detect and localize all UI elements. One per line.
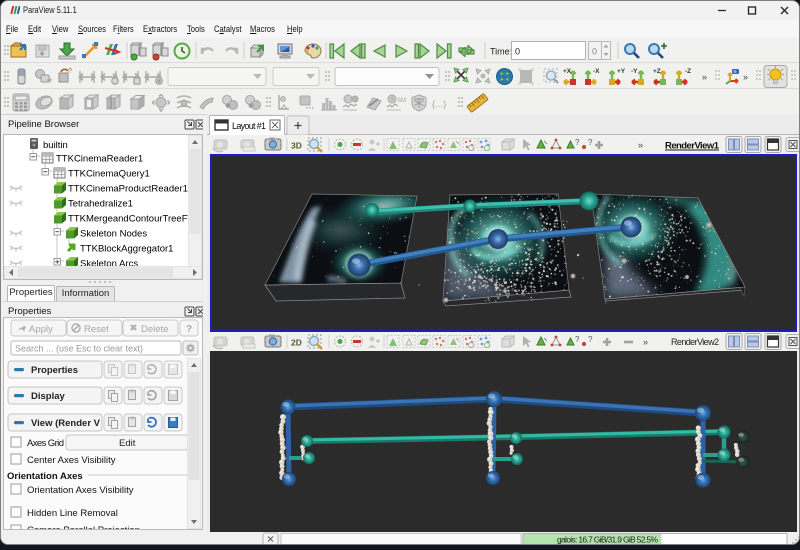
svg-text:+Z: +Z — [653, 68, 661, 75]
svg-text:TTKCinemaReader1: TTKCinemaReader1 — [56, 154, 143, 165]
svg-text:?: ? — [588, 335, 593, 344]
svg-text:Properties: Properties — [31, 365, 78, 376]
svg-text:Center Axes Visibility: Center Axes Visibility — [27, 455, 116, 466]
svg-text:Skeleton Nodes: Skeleton Nodes — [80, 229, 147, 240]
svg-text:Display: Display — [31, 391, 66, 402]
svg-text:Edit: Edit — [119, 438, 136, 449]
svg-text:SM: SM — [397, 98, 406, 104]
svg-text:Orientation Axes: Orientation Axes — [7, 471, 83, 482]
svg-text:»: » — [702, 72, 707, 82]
svg-text:»: » — [638, 140, 643, 150]
svg-text:Layout #1: Layout #1 — [232, 121, 266, 131]
svg-text:Orientation Axes Visibility: Orientation Axes Visibility — [27, 485, 134, 496]
svg-text:Hidden Line Removal: Hidden Line Removal — [27, 508, 118, 519]
svg-text:3D: 3D — [291, 141, 302, 151]
svg-text:»: » — [743, 72, 748, 82]
svg-text:2D: 2D — [291, 338, 302, 348]
svg-text:-Y: -Y — [631, 68, 638, 75]
svg-text:-X: -X — [593, 68, 600, 75]
svg-text:»: » — [643, 337, 648, 347]
svg-text:+Y: +Y — [617, 68, 626, 75]
svg-text:TTKCinemaQuery1: TTKCinemaQuery1 — [68, 169, 150, 180]
svg-text:0: 0 — [592, 47, 597, 57]
svg-text:TTKCinemaProductReader1: TTKCinemaProductReader1 — [68, 184, 188, 195]
svg-text:Reset: Reset — [84, 324, 109, 335]
svg-text:Search ... (use Esc to clear t: Search ... (use Esc to clear text) — [15, 344, 143, 354]
svg-text:Camera Parallel Projection: Camera Parallel Projection — [27, 525, 140, 529]
svg-text:0: 0 — [515, 47, 520, 57]
svg-text:?: ? — [68, 68, 72, 75]
svg-text:RenderView1: RenderView1 — [665, 141, 720, 152]
svg-text:?: ? — [575, 335, 580, 344]
svg-text:Tetrahedralize1: Tetrahedralize1 — [68, 199, 133, 210]
svg-text:TTKMergeandContourTreeFTM1: TTKMergeandContourTreeFTM1 — [68, 214, 202, 225]
svg-text:TTKBlockAggregator1: TTKBlockAggregator1 — [80, 244, 173, 255]
svg-text:?: ? — [588, 138, 593, 147]
svg-text:?: ? — [186, 324, 192, 335]
svg-text:?: ? — [575, 138, 580, 147]
svg-text:Time:: Time: — [490, 47, 512, 57]
svg-text:Axes Grid: Axes Grid — [27, 438, 64, 449]
svg-text:builtin: builtin — [43, 140, 68, 151]
svg-text:Delete: Delete — [141, 324, 168, 335]
svg-text:View (Render V: View (Render V — [31, 418, 101, 429]
svg-text:-Z: -Z — [685, 68, 691, 75]
svg-text:{...}: {...} — [432, 99, 446, 110]
svg-text:RenderView2: RenderView2 — [671, 337, 719, 347]
svg-text:Apply: Apply — [29, 324, 53, 335]
svg-text:+X: +X — [563, 68, 572, 75]
svg-text:galois: 16.7 GiB/31.9 GiB 52.5: galois: 16.7 GiB/31.9 GiB 52.5% — [557, 535, 658, 545]
